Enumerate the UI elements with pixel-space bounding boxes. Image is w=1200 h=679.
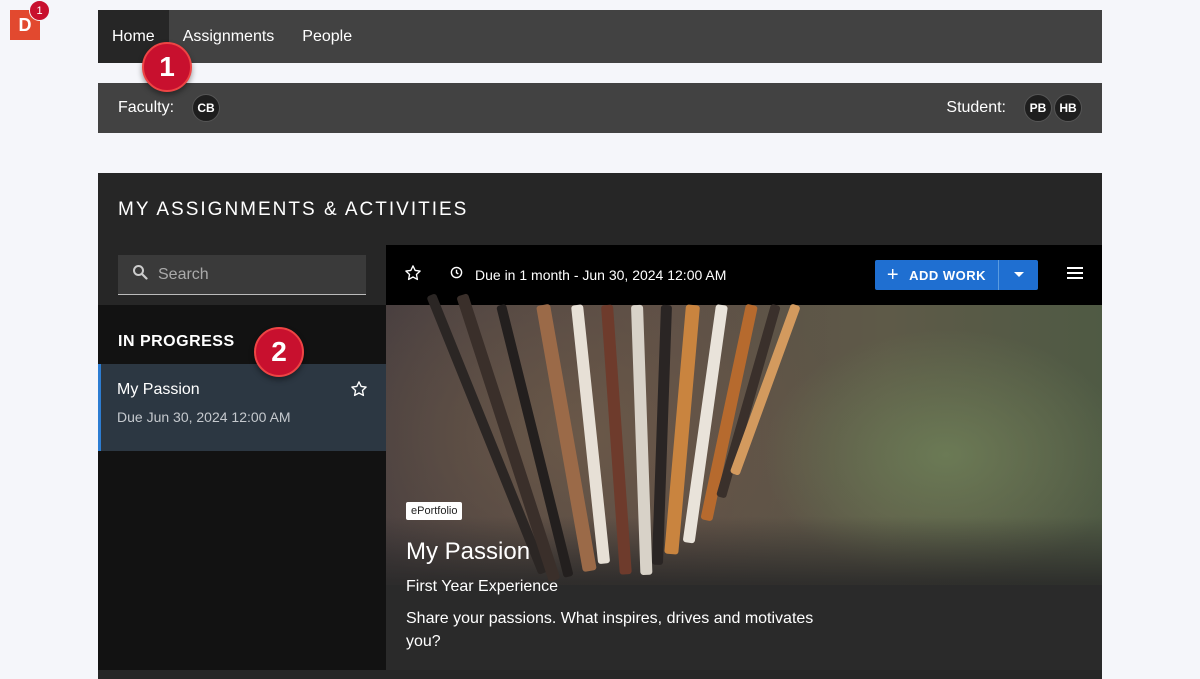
brush-decoration	[631, 304, 653, 576]
callout-marker-2: 2	[254, 327, 304, 377]
student-label: Student:	[946, 99, 1006, 116]
add-work-label: ADD WORK	[909, 267, 986, 283]
hamburger-menu-icon[interactable]	[1066, 266, 1084, 285]
assignment-description: Share your passions. What inspires, driv…	[406, 610, 814, 650]
faculty-avatar[interactable]: CB	[192, 94, 221, 122]
due-date-text: Due in 1 month - Jun 30, 2024 12:00 AM	[475, 267, 727, 283]
search-icon	[132, 264, 148, 285]
member-bar: Faculty: CB Student: PB HB	[98, 83, 1102, 133]
item-title: My Passion	[117, 381, 200, 398]
faculty-label: Faculty:	[118, 99, 175, 116]
assignment-sidebar: IN PROGRESS My Passion Due Jun 30, 2024 …	[98, 245, 386, 670]
add-work-dropdown-button[interactable]	[998, 260, 1038, 290]
assignment-title: My Passion	[406, 538, 531, 565]
list-item[interactable]: My Passion Due Jun 30, 2024 12:00 AM	[98, 364, 386, 451]
callout-marker-1: 1	[142, 42, 192, 92]
star-outline-icon[interactable]	[350, 380, 368, 403]
student-avatar[interactable]: HB	[1054, 94, 1082, 122]
panel-title: MY ASSIGNMENTS & ACTIVITIES	[118, 199, 469, 220]
add-work-button[interactable]: + ADD WORK	[875, 260, 998, 290]
in-progress-heading: IN PROGRESS	[118, 333, 235, 350]
student-avatar[interactable]: PB	[1024, 94, 1052, 122]
notification-badge: 1	[29, 0, 50, 21]
top-navigation: Home Assignments People	[98, 10, 1102, 63]
add-work-split-button: + ADD WORK	[874, 260, 1038, 290]
assignments-panel: MY ASSIGNMENTS & ACTIVITIES IN PROGRESS …	[98, 173, 1102, 679]
assignment-detail: Due in 1 month - Jun 30, 2024 12:00 AM +…	[386, 245, 1102, 670]
plus-icon: +	[886, 263, 900, 286]
caret-down-icon	[1013, 272, 1024, 277]
search-field[interactable]	[118, 255, 366, 295]
item-due-date: Due Jun 30, 2024 12:00 AM	[117, 409, 291, 425]
eportfolio-tag: ePortfolio	[406, 502, 463, 520]
star-outline-icon[interactable]	[404, 264, 422, 287]
clock-icon	[450, 266, 463, 284]
assignment-course: First Year Experience	[406, 578, 559, 595]
search-area	[98, 245, 386, 305]
detail-toolbar: Due in 1 month - Jun 30, 2024 12:00 AM +…	[386, 245, 1102, 305]
search-input[interactable]	[158, 265, 348, 284]
tab-people[interactable]: People	[288, 10, 366, 63]
